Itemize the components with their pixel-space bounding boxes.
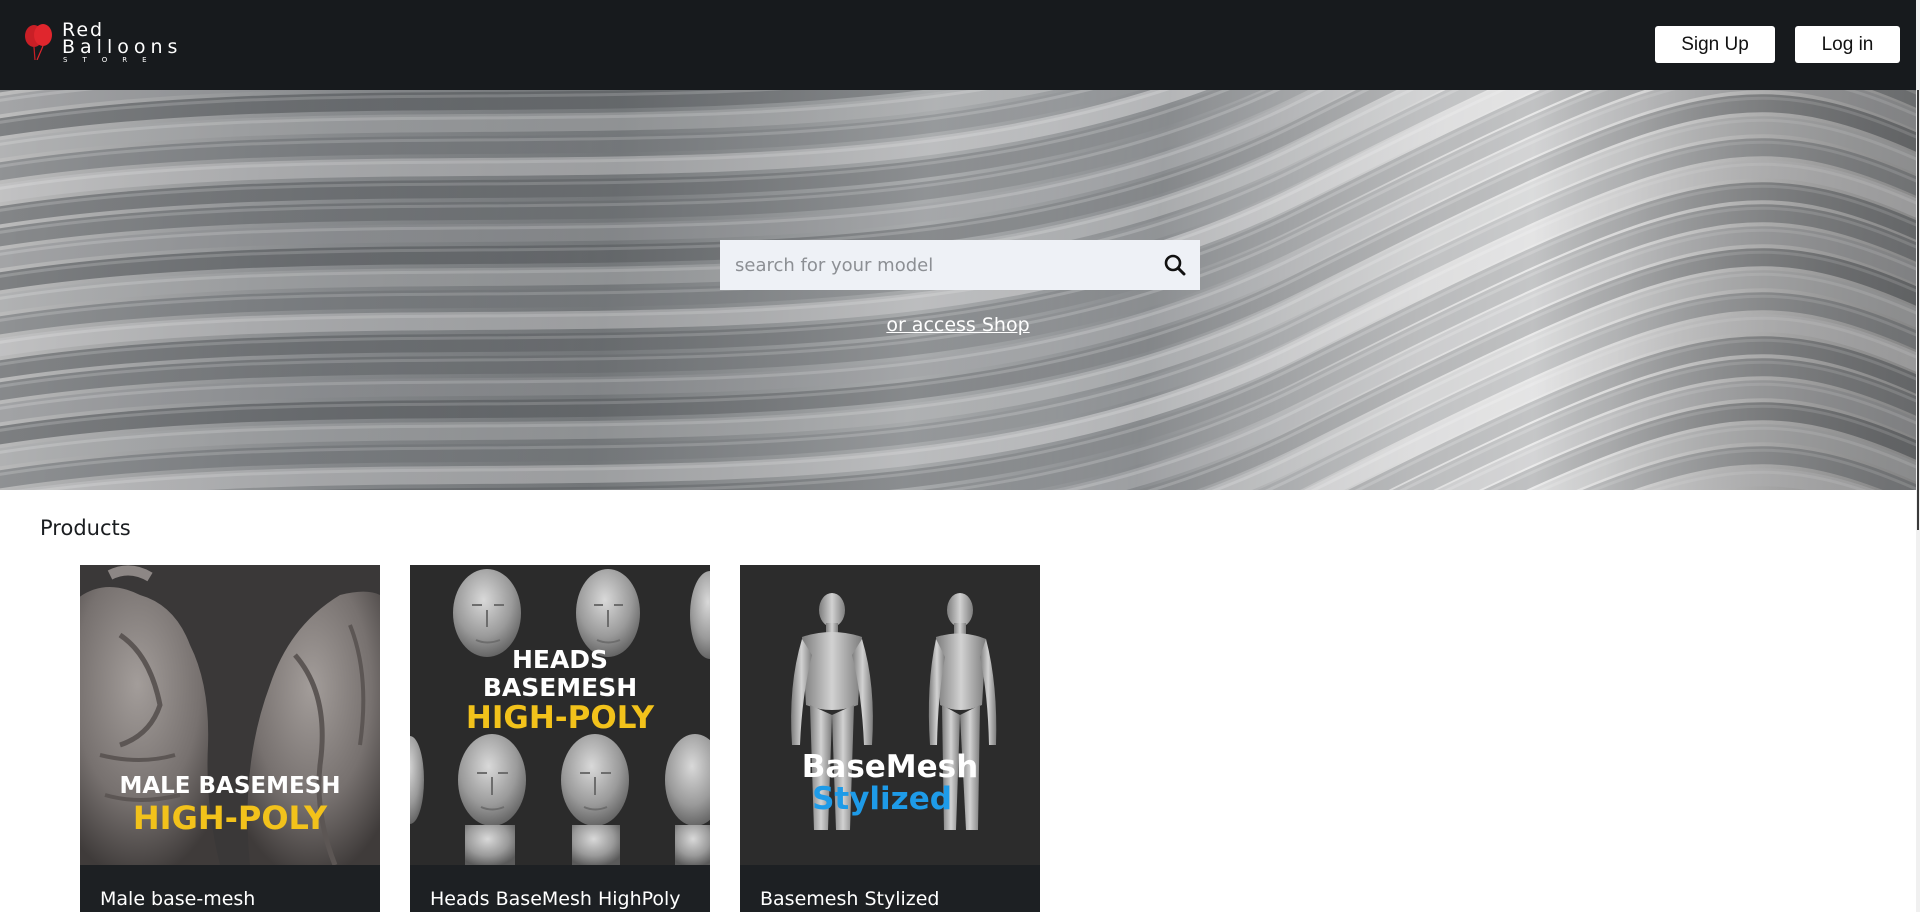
thumbnail-caption-1: BaseMesh (801, 749, 979, 785)
products-heading: Products (40, 516, 131, 540)
logo-text-balloons: Balloons (62, 36, 183, 58)
product-thumbnail: MALE BASEMESH HIGH-POLY (80, 565, 380, 865)
search-input[interactable] (720, 240, 1150, 290)
logo-wordmark: Red Balloons STORE (62, 21, 183, 65)
product-card-heads-basemesh[interactable]: HEADS BASEMESH HIGH-POLY Heads BaseMesh … (410, 565, 710, 912)
access-shop-link-row: or access Shop (0, 314, 1916, 336)
product-name: Basemesh Stylized (760, 888, 940, 910)
stylized-figures-render (740, 565, 1040, 865)
product-name: Heads BaseMesh HighPoly (430, 888, 681, 910)
scrollbar-thumb[interactable] (1917, 90, 1919, 530)
product-card-male-basemesh[interactable]: MALE BASEMESH HIGH-POLY Male base-mesh (80, 565, 380, 912)
red-balloons-store-logo[interactable]: Red Balloons STORE (22, 21, 222, 66)
model-search-bar (720, 240, 1200, 290)
log-in-button[interactable]: Log in (1795, 26, 1900, 63)
sign-up-button[interactable]: Sign Up (1655, 26, 1775, 63)
top-navigation-bar: Red Balloons STORE Sign Up Log in (0, 0, 1920, 90)
page-scrollbar[interactable] (1916, 0, 1920, 912)
product-name: Male base-mesh (100, 888, 256, 910)
balloons-icon (25, 24, 52, 60)
thumbnail-caption-1: MALE BASEMESH (119, 773, 341, 799)
product-thumbnail: HEADS BASEMESH HIGH-POLY (410, 565, 710, 865)
thumbnail-caption-2: Stylized (812, 781, 952, 817)
product-card-basemesh-stylized[interactable]: BaseMesh Stylized Basemesh Stylized (740, 565, 1040, 912)
thumbnail-caption-3: HIGH-POLY (465, 700, 655, 736)
thumbnail-caption-2: HIGH-POLY (132, 799, 328, 837)
product-thumbnail: BaseMesh Stylized (740, 565, 1040, 865)
hero-banner: or access Shop (0, 90, 1916, 490)
abstract-wave-background (0, 90, 1916, 490)
access-shop-link[interactable]: or access Shop (886, 314, 1029, 336)
search-icon[interactable] (1150, 240, 1200, 290)
thumbnail-caption-1: HEADS (511, 645, 609, 674)
thumbnail-caption-2: BASEMESH (482, 673, 638, 702)
